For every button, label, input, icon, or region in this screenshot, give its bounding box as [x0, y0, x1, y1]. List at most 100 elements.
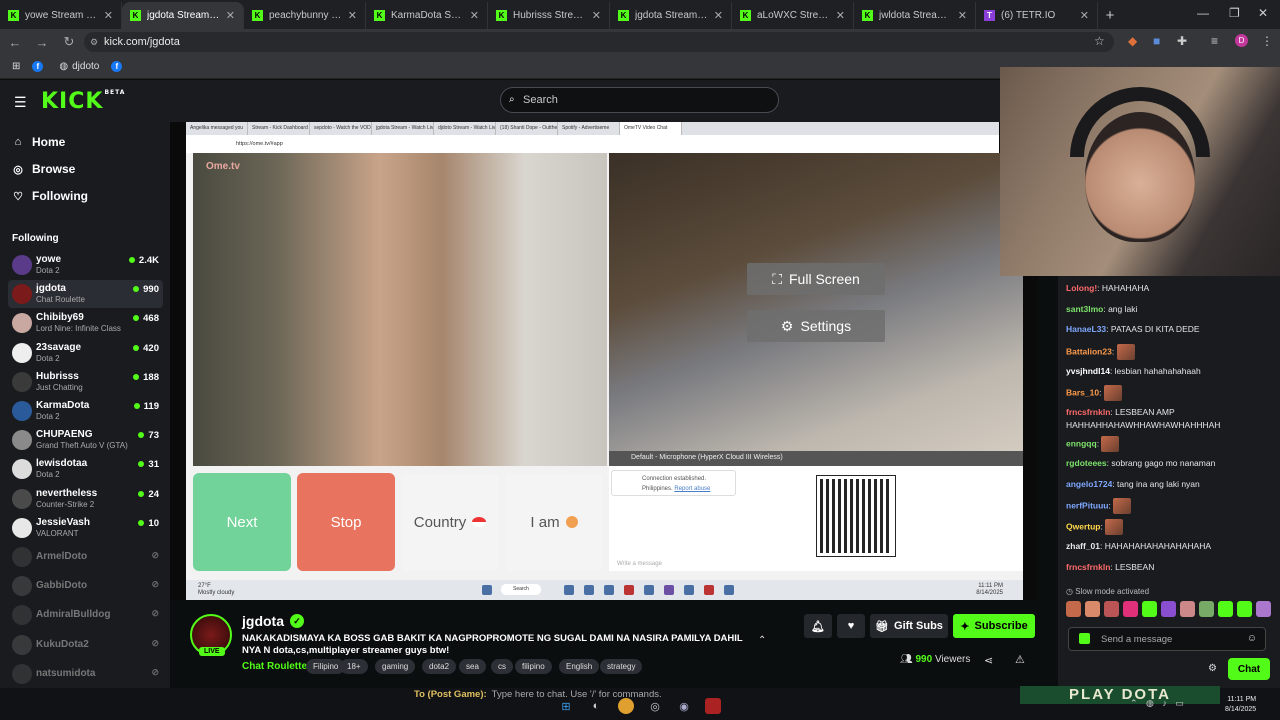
bookmark-djdoto[interactable]: ◍ djdoto: [59, 61, 99, 72]
microphone-select[interactable]: Default - Microphone (HyperX Cloud III W…: [609, 451, 1023, 466]
extension-shield-icon[interactable]: ■: [1153, 34, 1160, 48]
chat-username[interactable]: HanaeL33: [1066, 324, 1106, 334]
reload-icon[interactable]: ↻: [57, 34, 81, 50]
sidebar-channel[interactable]: jgdota Chat Roulette 990: [8, 280, 163, 309]
browser-tab[interactable]: Kpeachybunny Stream ✕: [244, 2, 366, 29]
taskbar-app-icon[interactable]: ◎: [647, 698, 663, 714]
sidebar-channel[interactable]: Chibiby69 Lord Nine: Infinite Class 468: [8, 309, 163, 337]
browser-tab[interactable]: K Hubrisss Stream - W ✕: [488, 2, 610, 29]
kick-logo[interactable]: KICKBETA: [41, 89, 125, 114]
chat-username[interactable]: frncsfrnkln: [1066, 562, 1110, 572]
sidebar-channel[interactable]: KukuDota2 ⊘: [8, 631, 163, 659]
emote-icon[interactable]: [1104, 601, 1119, 617]
system-tray-icons[interactable]: ⌃ ◍ ♪ ▭: [1130, 698, 1187, 709]
browser-tab[interactable]: Kyowe Stream - Watch ✕: [0, 2, 122, 29]
bookmark-star-icon[interactable]: ☆: [1094, 34, 1105, 48]
sidebar-channel[interactable]: KarmaDota Dota 2 119: [8, 397, 163, 425]
sidebar-channel[interactable]: AdmiralBulldog ⊘: [8, 601, 163, 629]
close-tab-icon[interactable]: ✕: [958, 9, 967, 22]
sidebar-channel[interactable]: Hubrisss Just Chatting 188: [8, 368, 163, 396]
country-button[interactable]: Country: [401, 473, 499, 571]
chat-settings-icon[interactable]: ⚙: [1208, 663, 1217, 674]
dota-icon[interactable]: [705, 698, 721, 714]
chat-username[interactable]: nerfPituuu: [1066, 500, 1109, 510]
search-input[interactable]: ⌕ Search: [500, 87, 779, 113]
sidebar-channel[interactable]: 23savage Dota 2 420: [8, 339, 163, 367]
nav-following[interactable]: ♡ Following: [12, 189, 88, 203]
chat-username[interactable]: angelo1724: [1066, 479, 1112, 489]
stream-tag[interactable]: filipino: [515, 659, 552, 674]
hamburger-menu-icon[interactable]: ☰: [14, 94, 27, 111]
sidebar-channel[interactable]: JessieVash VALORANT 10: [8, 514, 163, 542]
taskbar-app-icon[interactable]: ◐: [588, 698, 604, 714]
close-tab-icon[interactable]: ✕: [226, 9, 235, 22]
sidebar-channel[interactable]: natsumidota ⊘: [8, 660, 163, 688]
emote-icon[interactable]: [1180, 601, 1195, 617]
chat-username[interactable]: yvsjhndl14: [1066, 366, 1110, 376]
game-chat-input[interactable]: To (Post Game): Type here to chat. Use '/…: [414, 689, 864, 703]
maximize-icon[interactable]: ❐: [1229, 6, 1240, 20]
nav-browse[interactable]: ◎ Browse: [12, 162, 75, 176]
chat-send-button[interactable]: Chat: [1228, 658, 1270, 680]
ometv-message-input[interactable]: Write a message: [617, 561, 662, 567]
sidebar-channel[interactable]: ArmelDoto ⊘: [8, 543, 163, 571]
extension-icon[interactable]: ◆: [1128, 34, 1137, 48]
profile-avatar[interactable]: D: [1235, 34, 1248, 47]
subscribe-button[interactable]: ✦ Subscribe: [953, 614, 1035, 638]
browser-tab[interactable]: KaLoWXC Stream - W ✕: [732, 2, 854, 29]
emote-icon[interactable]: [1066, 601, 1081, 617]
chat-message-input[interactable]: Send a message ☺: [1068, 627, 1266, 651]
close-tab-icon[interactable]: ✕: [1080, 9, 1089, 22]
next-button[interactable]: Next: [193, 473, 291, 571]
emote-icon[interactable]: [1237, 601, 1252, 617]
new-tab-icon[interactable]: +: [1098, 2, 1122, 29]
chat-username[interactable]: Battalion23: [1066, 346, 1112, 356]
notification-bell-button[interactable]: 🔔︎: [804, 614, 832, 638]
settings-button[interactable]: ⚙ Settings: [747, 310, 885, 342]
close-tab-icon[interactable]: ✕: [714, 9, 723, 22]
emote-icon[interactable]: [1142, 601, 1157, 617]
apps-grid-icon[interactable]: ⊞: [12, 61, 20, 72]
browser-tab[interactable]: K KarmaDota Stream - ✕: [366, 2, 488, 29]
follow-button[interactable]: ♥: [837, 614, 865, 638]
play-dota-button[interactable]: PLAY DOTA: [1020, 686, 1220, 704]
browser-tab[interactable]: Kjgdota Stream - Wat ✕: [610, 2, 732, 29]
emote-icon[interactable]: [1161, 601, 1176, 617]
bookmark-facebook[interactable]: f: [32, 61, 47, 72]
browser-tab[interactable]: Kjwldota Stream - Wa ✕: [854, 2, 976, 29]
share-icon[interactable]: ⋖: [984, 654, 993, 667]
close-tab-icon[interactable]: ✕: [592, 9, 601, 22]
video-player[interactable]: Angelika messaged you Stream - Kick Dashb…: [170, 122, 1038, 600]
browser-tab[interactable]: Kjgdota Stream - W ✕: [122, 2, 244, 29]
emote-icon[interactable]: [1218, 601, 1233, 617]
sidebar-channel[interactable]: yowe Dota 2 2.4K: [8, 251, 163, 279]
bookmark-facebook-2[interactable]: f: [111, 61, 126, 72]
chat-username[interactable]: Qwertup: [1066, 521, 1100, 531]
sidebar-channel[interactable]: GabbiDoto ⊘: [8, 572, 163, 600]
sidebar-channel[interactable]: CHUPAENG Grand Theft Auto V (GTA) 73: [8, 426, 163, 454]
stream-tag[interactable]: dota2: [422, 659, 457, 674]
i-am-button[interactable]: I am: [505, 473, 603, 571]
forward-icon[interactable]: →: [30, 35, 54, 50]
gift-subs-button[interactable]: 🎁︎ Gift Subs: [870, 614, 948, 638]
stream-category[interactable]: Chat Roulette: [242, 661, 307, 672]
chat-username[interactable]: sant3lmo: [1066, 304, 1103, 314]
chat-username[interactable]: frncsfrnkln: [1066, 407, 1110, 417]
stream-tag[interactable]: 18+: [340, 659, 368, 674]
close-tab-icon[interactable]: ✕: [470, 9, 479, 22]
close-tab-icon[interactable]: ✕: [104, 9, 113, 22]
close-tab-icon[interactable]: ✕: [348, 9, 357, 22]
stream-tag[interactable]: English: [559, 659, 600, 674]
emote-icon[interactable]: [1085, 601, 1100, 617]
stream-tag[interactable]: sea: [459, 659, 486, 674]
streamer-name[interactable]: jgdota: [242, 613, 284, 629]
emoji-icon[interactable]: ☺: [1247, 633, 1257, 644]
report-icon[interactable]: ⚠: [1015, 653, 1025, 666]
full-screen-button[interactable]: ⛶ Full Screen: [747, 263, 885, 295]
chat-username[interactable]: zhaff_01: [1066, 541, 1100, 551]
sidebar-channel[interactable]: nevertheless Counter-Strike 2 24: [8, 485, 163, 513]
report-abuse-link[interactable]: Report abuse: [674, 486, 710, 492]
stop-button[interactable]: Stop: [297, 473, 395, 571]
url-field[interactable]: ⚙ kick.com/jgdota: [84, 32, 1114, 52]
close-tab-icon[interactable]: ✕: [836, 9, 845, 22]
